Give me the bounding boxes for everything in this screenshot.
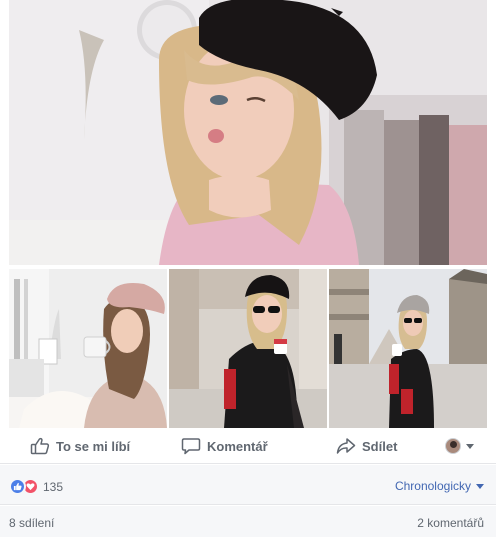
share-button[interactable]: Sdílet — [336, 428, 397, 464]
share-label: Sdílet — [362, 438, 398, 454]
thumbnail-photo-2-image — [169, 269, 327, 428]
thumbnail-photo-2[interactable] — [169, 269, 327, 428]
share-arrow-icon — [336, 438, 356, 454]
thumbnail-photo-3-image — [329, 269, 487, 428]
thumbnail-photo-1-image — [9, 269, 167, 428]
post-as-selector[interactable] — [445, 428, 474, 464]
photo-grid — [9, 0, 487, 428]
main-photo[interactable] — [9, 0, 487, 265]
comment-bubble-icon — [181, 438, 201, 455]
chevron-down-icon — [476, 483, 484, 489]
post-action-bar: To se mi líbí Komentář Sdílet — [0, 428, 496, 464]
thumbnail-photo-3[interactable] — [329, 269, 487, 428]
comment-count-link[interactable]: 2 komentářů — [417, 516, 484, 530]
like-reaction-icon — [9, 478, 26, 495]
thumbs-up-icon — [30, 437, 50, 455]
share-count-link[interactable]: 8 sdílení — [9, 516, 54, 530]
reactions-summary-row: 135 Chronologicky — [0, 465, 496, 505]
thumbnail-photo-1[interactable] — [9, 269, 167, 428]
like-button[interactable]: To se mi líbí — [30, 428, 130, 464]
comment-sort-dropdown[interactable]: Chronologicky — [395, 479, 484, 493]
chevron-down-icon — [466, 443, 474, 449]
main-photo-image — [9, 0, 487, 265]
facebook-post: To se mi líbí Komentář Sdílet 135 Chrono… — [0, 0, 496, 537]
sort-label: Chronologicky — [394, 479, 471, 493]
comment-label: Komentář — [207, 438, 268, 454]
comment-button[interactable]: Komentář — [181, 428, 268, 464]
avatar — [445, 438, 461, 454]
like-label: To se mi líbí — [56, 438, 131, 454]
reaction-count: 135 — [43, 479, 64, 494]
reactions-summary[interactable]: 135 — [9, 478, 63, 495]
post-counts-row: 8 sdílení 2 komentářů — [0, 506, 496, 537]
